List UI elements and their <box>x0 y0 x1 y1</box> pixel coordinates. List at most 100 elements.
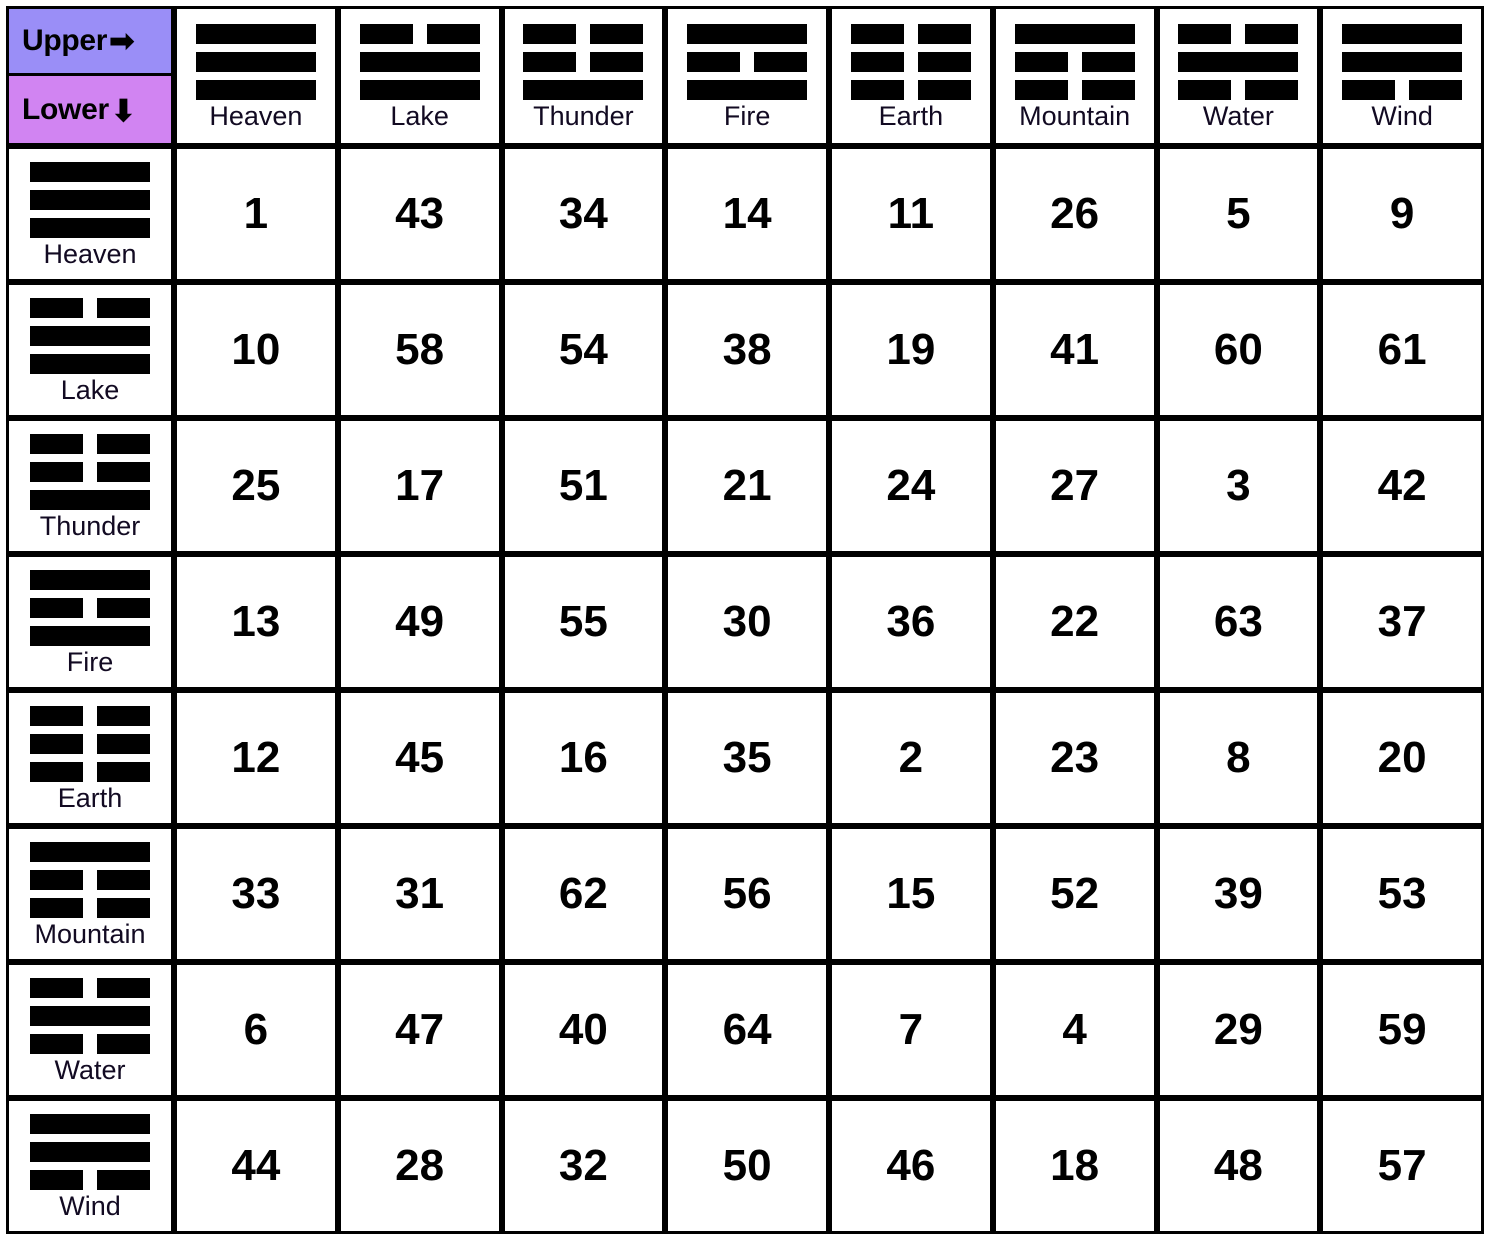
hexagram-cell[interactable]: 6 <box>174 962 338 1098</box>
hexagram-cell[interactable]: 50 <box>665 1098 829 1234</box>
hexagram-number: 28 <box>395 1141 445 1190</box>
column-header-earth[interactable]: Earth <box>829 6 993 146</box>
hexagram-cell[interactable]: 26 <box>992 146 1157 282</box>
column-header-mountain[interactable]: Mountain <box>992 6 1157 146</box>
hexagram-cell[interactable]: 24 <box>829 418 993 554</box>
hexagram-number: 8 <box>1226 733 1251 782</box>
trigram-line-yang-2 <box>30 1006 150 1026</box>
hexagram-cell[interactable]: 45 <box>337 690 502 826</box>
trigram-line-yang-1 <box>196 24 316 44</box>
hexagram-cell[interactable]: 4 <box>992 962 1157 1098</box>
hexagram-cell[interactable]: 32 <box>501 1098 666 1234</box>
hexagram-cell[interactable]: 34 <box>501 146 666 282</box>
hexagram-cell[interactable]: 13 <box>174 554 338 690</box>
hexagram-cell[interactable]: 25 <box>174 418 338 554</box>
hexagram-cell[interactable]: 41 <box>992 282 1157 418</box>
hexagram-cell[interactable]: 38 <box>665 282 829 418</box>
column-header-water[interactable]: Water <box>1156 6 1321 146</box>
row-header-lake[interactable]: Lake <box>6 282 174 418</box>
trigram-name-label: Thunder <box>533 101 634 132</box>
hexagram-cell[interactable]: 54 <box>501 282 666 418</box>
hexagram-cell[interactable]: 20 <box>1320 690 1484 826</box>
hexagram-cell[interactable]: 37 <box>1320 554 1484 690</box>
hexagram-cell[interactable]: 62 <box>501 826 666 962</box>
hexagram-cell[interactable]: 63 <box>1156 554 1321 690</box>
hexagram-number: 51 <box>558 461 608 510</box>
row-header-mountain[interactable]: Mountain <box>6 826 174 962</box>
hexagram-cell[interactable]: 58 <box>337 282 502 418</box>
hexagram-cell[interactable]: 7 <box>829 962 993 1098</box>
hexagram-cell[interactable]: 51 <box>501 418 666 554</box>
hexagram-cell[interactable]: 30 <box>665 554 829 690</box>
hexagram-number: 22 <box>1050 597 1100 646</box>
hexagram-cell[interactable]: 52 <box>992 826 1157 962</box>
row-header-fire[interactable]: Fire <box>6 554 174 690</box>
hexagram-cell[interactable]: 19 <box>829 282 993 418</box>
trigram-cell: Water <box>1160 17 1318 134</box>
hexagram-cell[interactable]: 27 <box>992 418 1157 554</box>
row-header-water[interactable]: Water <box>6 962 174 1098</box>
row-header-wind[interactable]: Wind <box>6 1098 174 1234</box>
hexagram-cell[interactable]: 57 <box>1320 1098 1484 1234</box>
row-header-earth[interactable]: Earth <box>6 690 174 826</box>
hexagram-cell[interactable]: 46 <box>829 1098 993 1234</box>
hexagram-cell[interactable]: 21 <box>665 418 829 554</box>
hexagram-cell[interactable]: 48 <box>1156 1098 1321 1234</box>
hexagram-cell[interactable]: 2 <box>829 690 993 826</box>
trigram-line-yin-3 <box>30 1034 150 1054</box>
hexagram-cell[interactable]: 28 <box>337 1098 502 1234</box>
hexagram-cell[interactable]: 29 <box>1156 962 1321 1098</box>
hexagram-number: 35 <box>722 733 772 782</box>
hexagram-cell[interactable]: 5 <box>1156 146 1321 282</box>
hexagram-cell[interactable]: 23 <box>992 690 1157 826</box>
hexagram-cell[interactable]: 35 <box>665 690 829 826</box>
hexagram-cell[interactable]: 10 <box>174 282 338 418</box>
hexagram-cell[interactable]: 64 <box>665 962 829 1098</box>
trigram-line-yin-1 <box>851 24 971 44</box>
hexagram-cell[interactable]: 59 <box>1320 962 1484 1098</box>
hexagram-cell[interactable]: 36 <box>829 554 993 690</box>
hexagram-cell[interactable]: 1 <box>174 146 338 282</box>
hexagram-cell[interactable]: 33 <box>174 826 338 962</box>
hexagram-cell[interactable]: 15 <box>829 826 993 962</box>
hexagram-cell[interactable]: 43 <box>337 146 502 282</box>
hexagram-cell[interactable]: 22 <box>992 554 1157 690</box>
row-header-thunder[interactable]: Thunder <box>6 418 174 554</box>
row-header-heaven[interactable]: Heaven <box>6 146 174 282</box>
hexagram-cell[interactable]: 44 <box>174 1098 338 1234</box>
hexagram-cell[interactable]: 8 <box>1156 690 1321 826</box>
column-header-lake[interactable]: Lake <box>337 6 502 146</box>
hexagram-cell[interactable]: 11 <box>829 146 993 282</box>
hexagram-number: 7 <box>898 1005 924 1054</box>
column-header-wind[interactable]: Wind <box>1320 6 1484 146</box>
hexagram-cell[interactable]: 56 <box>665 826 829 962</box>
hexagram-cell[interactable]: 16 <box>501 690 666 826</box>
column-header-heaven[interactable]: Heaven <box>174 6 338 146</box>
hexagram-cell[interactable]: 3 <box>1156 418 1321 554</box>
hexagram-cell[interactable]: 53 <box>1320 826 1484 962</box>
hexagram-cell[interactable]: 17 <box>337 418 502 554</box>
hexagram-cell[interactable]: 42 <box>1320 418 1484 554</box>
hexagram-cell[interactable]: 40 <box>501 962 666 1098</box>
trigram-line-yin-2 <box>30 870 150 890</box>
hexagram-number: 61 <box>1377 325 1427 374</box>
column-header-fire[interactable]: Fire <box>665 6 829 146</box>
trigram-glyph-thunder <box>30 434 150 510</box>
hexagram-cell[interactable]: 18 <box>992 1098 1157 1234</box>
hexagram-cell[interactable]: 9 <box>1320 146 1484 282</box>
hexagram-cell[interactable]: 39 <box>1156 826 1321 962</box>
hexagram-cell[interactable]: 14 <box>665 146 829 282</box>
hexagram-cell[interactable]: 31 <box>337 826 502 962</box>
trigram-name-label: Lake <box>60 375 120 406</box>
hexagram-cell[interactable]: 49 <box>337 554 502 690</box>
hexagram-cell[interactable]: 60 <box>1156 282 1321 418</box>
table-row: Water 6 47 40 64 7 4 29 59 <box>6 962 1484 1098</box>
trigram-line-yin-1 <box>1178 24 1298 44</box>
column-header-thunder[interactable]: Thunder <box>501 6 666 146</box>
hexagram-cell[interactable]: 12 <box>174 690 338 826</box>
table-row: Thunder 25 17 51 21 24 27 3 42 <box>6 418 1484 554</box>
hexagram-cell[interactable]: 55 <box>501 554 666 690</box>
hexagram-cell[interactable]: 47 <box>337 962 502 1098</box>
trigram-line-yang-3 <box>30 626 150 646</box>
hexagram-cell[interactable]: 61 <box>1320 282 1484 418</box>
